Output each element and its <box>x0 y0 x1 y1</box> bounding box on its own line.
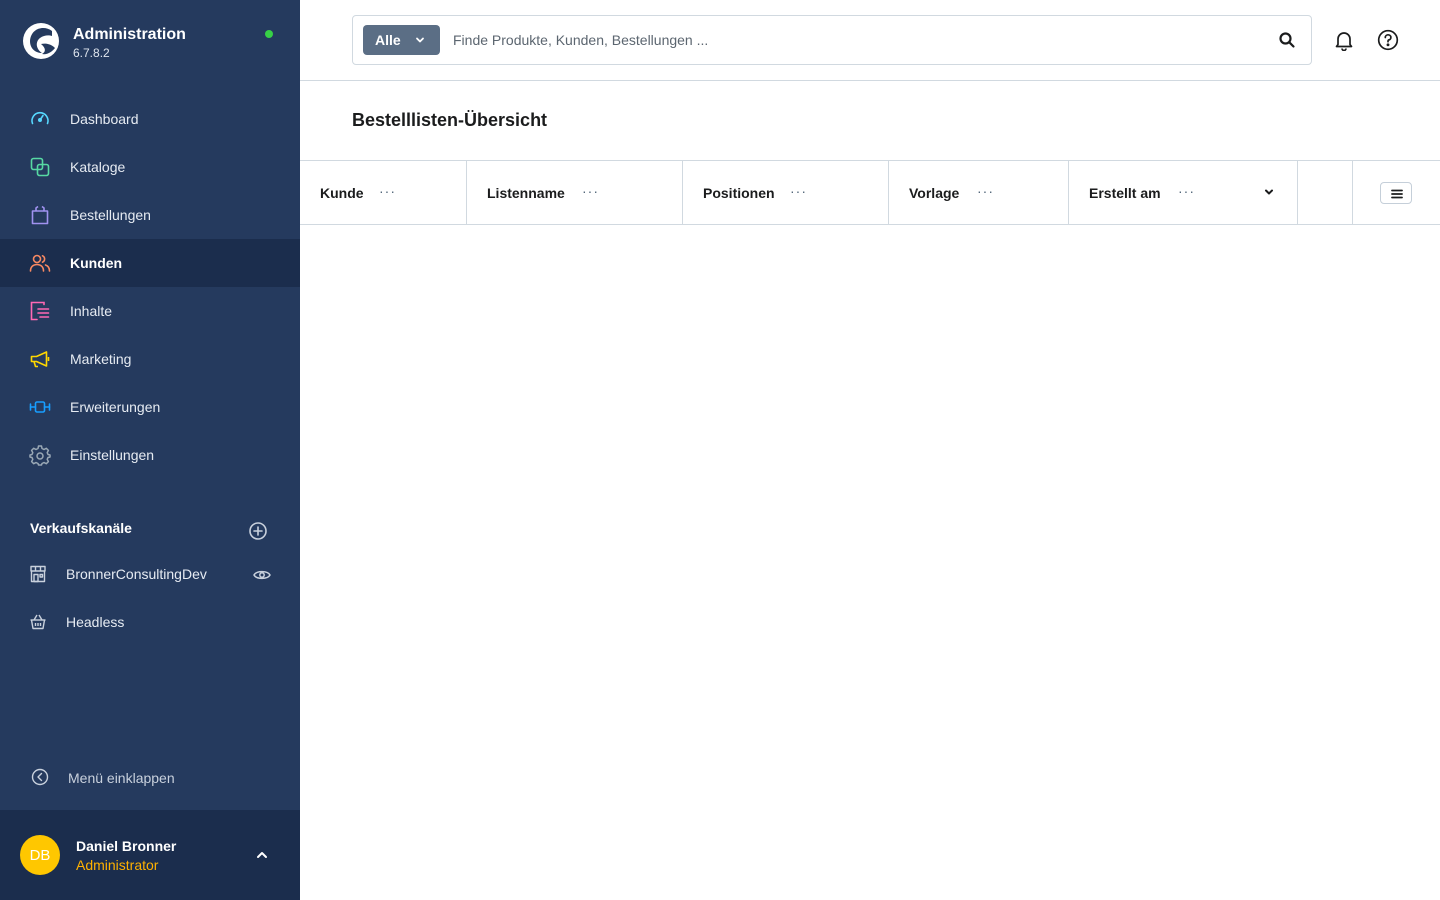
nav-item-marketing[interactable]: Marketing <box>0 335 300 383</box>
sort-descending-icon[interactable] <box>1263 186 1275 198</box>
main-navigation: Dashboard Kataloge Bestellungen Kunden I… <box>0 95 300 479</box>
sales-channel-label: Headless <box>66 614 125 630</box>
nav-label: Bestellungen <box>70 207 151 223</box>
column-label: Listenname <box>487 185 565 201</box>
gauge-icon <box>31 111 49 125</box>
chevron-up-icon <box>257 852 267 858</box>
global-search: Alle <box>352 15 1312 65</box>
storefront-icon <box>30 565 46 583</box>
nav-label: Kataloge <box>70 159 126 175</box>
column-label: Vorlage <box>909 185 960 201</box>
collapse-menu-button[interactable]: Menü einklappen <box>0 758 300 798</box>
column-label: Erstellt am <box>1089 185 1161 201</box>
app-version: 6.7.8.2 <box>73 46 110 60</box>
nav-item-dashboard[interactable]: Dashboard <box>0 95 300 143</box>
column-header-vorlage[interactable]: Vorlage ··· <box>889 161 1069 224</box>
app-title: Administration <box>73 26 186 43</box>
brand-header: Administration 6.7.8.2 <box>0 0 300 80</box>
avatar: DB <box>20 835 60 875</box>
nav-item-erweiterungen[interactable]: Erweiterungen <box>0 383 300 431</box>
plugin-icon <box>29 401 51 413</box>
column-header-erstellt-am[interactable]: Erstellt am ··· <box>1069 161 1298 224</box>
search-input[interactable] <box>453 26 1253 54</box>
gear-icon <box>29 445 51 466</box>
user-menu[interactable]: DB Daniel Bronner Administrator <box>0 810 300 900</box>
nav-label: Einstellungen <box>70 447 155 463</box>
chevron-left-circle-icon <box>31 768 49 786</box>
basket-icon <box>30 614 46 630</box>
sales-channels-title: Verkaufskanäle <box>30 520 132 536</box>
catalog-icon <box>30 157 50 177</box>
column-options-icon[interactable]: ··· <box>582 183 599 199</box>
column-header-positionen[interactable]: Positionen ··· <box>683 161 889 224</box>
column-header-listenname[interactable]: Listenname ··· <box>467 161 683 224</box>
eye-icon[interactable] <box>253 567 271 583</box>
collapse-menu-label: Menü einklappen <box>68 770 175 786</box>
grid-settings-button[interactable] <box>1380 182 1412 204</box>
help-icon[interactable] <box>1377 29 1399 51</box>
column-options-icon[interactable]: ··· <box>1178 183 1195 199</box>
nav-item-einstellungen[interactable]: Einstellungen <box>0 431 300 479</box>
nav-label: Erweiterungen <box>70 399 161 415</box>
megaphone-icon <box>30 351 50 368</box>
shopware-logo-icon[interactable] <box>22 22 60 60</box>
nav-item-inhalte[interactable]: Inhalte <box>0 287 300 335</box>
content-icon <box>30 301 50 321</box>
sales-channel-label: BronnerConsultingDev <box>66 566 207 582</box>
user-name: Daniel Bronner <box>76 838 177 854</box>
column-options-icon[interactable]: ··· <box>790 183 807 199</box>
nav-label: Kunden <box>70 255 123 271</box>
chevron-down-icon <box>416 37 424 43</box>
shopping-bag-icon <box>31 205 49 225</box>
data-grid-header: Kunde ··· Listenname ··· Positionen ··· … <box>300 160 1440 225</box>
column-header-actions <box>1298 161 1353 224</box>
sales-channel-item[interactable]: Headless <box>0 599 300 647</box>
search-type-dropdown[interactable]: Alle <box>363 25 440 55</box>
bell-icon[interactable] <box>1333 29 1355 51</box>
column-options-icon[interactable]: ··· <box>379 183 396 199</box>
nav-label: Dashboard <box>70 111 139 127</box>
sales-channel-item[interactable]: BronnerConsultingDev <box>0 551 300 599</box>
users-icon <box>29 254 51 272</box>
nav-label: Inhalte <box>70 303 113 319</box>
column-options-icon[interactable]: ··· <box>977 183 994 199</box>
add-sales-channel-icon[interactable] <box>248 521 268 541</box>
nav-item-kunden[interactable]: Kunden <box>0 239 300 287</box>
search-icon[interactable] <box>1278 31 1296 49</box>
column-label: Positionen <box>703 185 775 201</box>
user-role: Administrator <box>76 857 159 873</box>
top-bar: Alle <box>300 0 1440 81</box>
nav-item-bestellungen[interactable]: Bestellungen <box>0 191 300 239</box>
sidebar: Administration 6.7.8.2 Dashboard Katalog… <box>0 0 300 900</box>
page-title: Bestelllisten-Übersicht <box>352 110 548 130</box>
column-label: Kunde <box>320 185 364 201</box>
nav-label: Marketing <box>70 351 132 367</box>
sales-channels-header: Verkaufskanäle <box>30 520 270 542</box>
nav-item-kataloge[interactable]: Kataloge <box>0 143 300 191</box>
column-header-kunde[interactable]: Kunde ··· <box>300 161 467 224</box>
list-icon <box>1391 189 1403 199</box>
search-type-label: Alle <box>375 32 401 48</box>
status-indicator <box>265 30 273 38</box>
